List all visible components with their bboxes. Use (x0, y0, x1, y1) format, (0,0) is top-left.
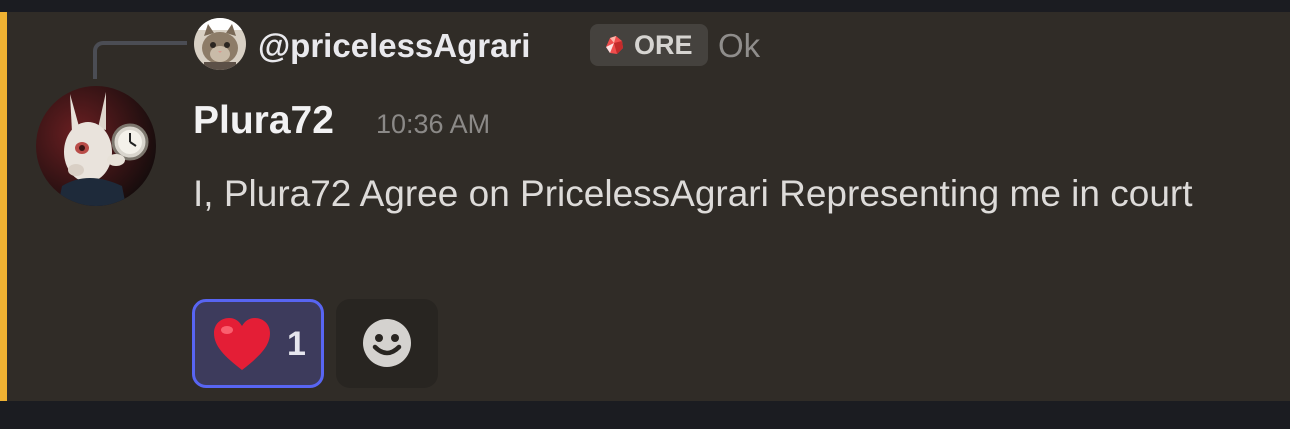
heart-icon (214, 318, 270, 370)
smile-icon (363, 319, 411, 367)
message[interactable]: @pricelessAgrari ORE Ok Plura72 10:36 AM… (0, 12, 1290, 401)
mention-highlight-bar (0, 12, 7, 401)
server-tag-badge[interactable]: ORE (590, 24, 708, 66)
reply-author-name[interactable]: @pricelessAgrari (258, 26, 530, 66)
message-timestamp[interactable]: 10:36 AM (376, 107, 490, 141)
author-name[interactable]: Plura72 (193, 98, 334, 144)
reply-spine (93, 41, 187, 79)
ore-crystal-icon (606, 36, 623, 54)
add-reaction-button[interactable] (336, 299, 438, 388)
reply-content[interactable]: Ok (718, 26, 760, 66)
message-content: I, Plura72 Agree on PricelessAgrari Repr… (193, 173, 1193, 214)
reaction-heart[interactable]: 1 (192, 299, 324, 388)
author-avatar[interactable] (36, 86, 156, 206)
reaction-count: 1 (287, 325, 306, 363)
reply-avatar[interactable] (194, 18, 246, 70)
server-tag-label: ORE (634, 30, 693, 60)
